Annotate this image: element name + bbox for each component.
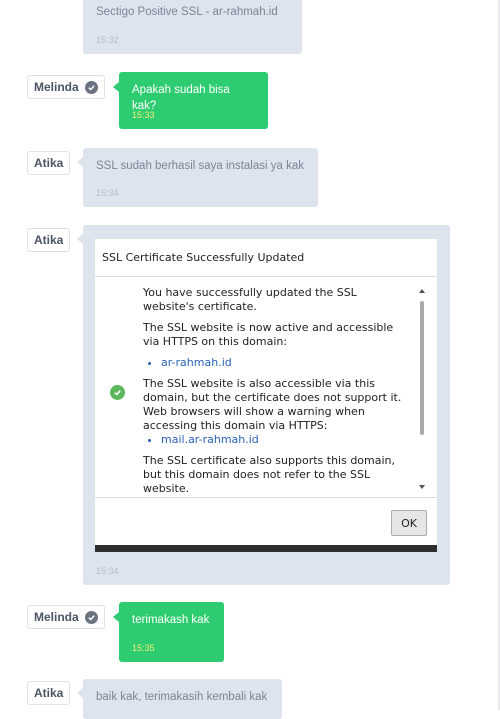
dialog-title: SSL Certificate Successfully Updated: [95, 239, 437, 277]
dialog-message: You have successfully updated the SSL we…: [143, 286, 408, 497]
scroll-down-icon[interactable]: [419, 485, 425, 489]
message-bubble: Apakah sudah bisa kak? 15:33: [119, 72, 268, 129]
dialog-paragraph: The SSL certificate also supports this d…: [143, 454, 396, 495]
message-text: terimakash kak: [132, 614, 210, 626]
message-bubble: baik kak, terimakasih kembali kak: [83, 679, 282, 719]
sender-name: Atika: [34, 156, 64, 170]
sender-name: Atika: [34, 686, 64, 700]
domain-list: ar-rahmah.id: [143, 356, 408, 370]
sender-name-tag: Atika: [27, 228, 71, 252]
verified-check-icon: [84, 610, 98, 624]
screenshot-image[interactable]: ApplicaOWED SSL Certificate Successfully…: [95, 239, 437, 552]
message-text: SSL sudah berhasil saya instalasi ya kak: [96, 160, 304, 172]
dialog-paragraph: The SSL website is also accessible via t…: [143, 377, 402, 432]
message-time: 15:34: [96, 566, 119, 576]
sender-name-tag: Melinda: [27, 605, 105, 629]
domain-item: mail.ar-rahmah.id: [161, 433, 408, 447]
domain-item: ar-rahmah.id: [161, 356, 408, 370]
message-time: 15:32: [96, 35, 119, 45]
message-bubble: SSL sudah berhasil saya instalasi ya kak…: [83, 148, 318, 207]
scroll-up-icon[interactable]: [419, 289, 425, 293]
dialog-paragraph: You have successfully updated the SSL we…: [143, 286, 357, 313]
message-time: 15:34: [96, 188, 119, 198]
verified-check-icon: [84, 80, 98, 94]
success-check-icon: [110, 385, 125, 400]
sender-name: Melinda: [34, 80, 79, 94]
sender-name: Atika: [34, 233, 64, 247]
domain-list: mail.ar-rahmah.id: [143, 433, 408, 447]
dialog-paragraph: The SSL website is now active and access…: [143, 321, 394, 348]
sender-name-tag: Atika: [27, 681, 71, 705]
sender-name: Melinda: [34, 610, 79, 624]
message-bubble: terimakash kak 15:35: [119, 602, 224, 662]
dialog-body: You have successfully updated the SSL we…: [95, 277, 437, 497]
sender-name-tag: Atika: [27, 151, 71, 175]
scroll-thumb[interactable]: [420, 301, 424, 435]
message-text: Sectigo Positive SSL - ar-rahmah.id: [96, 6, 278, 18]
message-time: 15:33: [132, 110, 155, 120]
message-bubble: Sectigo Positive SSL - ar-rahmah.id 15:3…: [83, 0, 302, 54]
dialog-footer: OK: [95, 497, 437, 545]
sender-name-tag: Melinda: [27, 75, 105, 99]
ok-button[interactable]: OK: [391, 510, 427, 536]
dialog-scrollbar[interactable]: [419, 289, 425, 489]
message-text: baik kak, terimakasih kembali kak: [96, 691, 268, 703]
ssl-dialog: SSL Certificate Successfully Updated You…: [95, 239, 437, 545]
message-time: 15:35: [132, 643, 155, 653]
